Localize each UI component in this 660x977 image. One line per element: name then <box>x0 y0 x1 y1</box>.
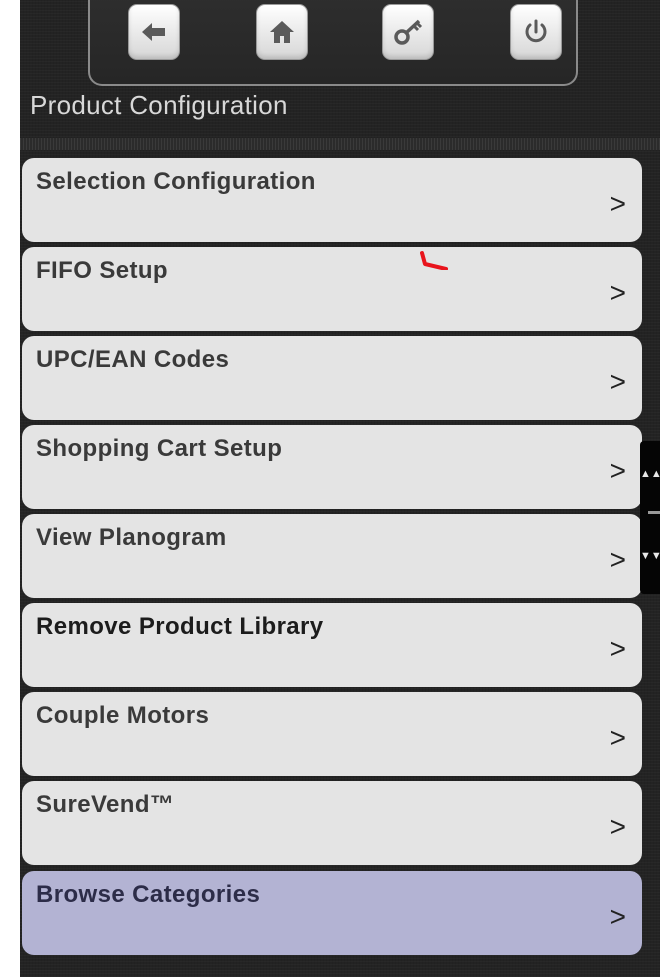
back-button[interactable] <box>128 4 180 60</box>
chevron-right-icon: > <box>609 722 626 753</box>
chevron-right-icon: > <box>609 811 626 842</box>
power-button[interactable] <box>510 4 562 60</box>
scrollbar[interactable]: ▲▲ ▼▼ <box>640 441 660 594</box>
back-arrow-icon <box>142 23 165 41</box>
menu-item-surevend[interactable]: SureVend™ > <box>22 781 642 865</box>
scroll-down-icon[interactable]: ▼▼ <box>640 551 660 562</box>
menu-item-remove-product-library[interactable]: Remove Product Library > <box>22 603 642 687</box>
menu-item-label: FIFO Setup <box>36 257 168 284</box>
key-icon <box>394 19 423 45</box>
menu-item-couple-motors[interactable]: Couple Motors > <box>22 692 642 776</box>
chevron-right-icon: > <box>609 366 626 397</box>
chevron-right-icon: > <box>609 455 626 486</box>
menu-item-label: Couple Motors <box>36 702 210 729</box>
menu-item-label: Shopping Cart Setup <box>36 435 283 462</box>
menu-item-browse-categories[interactable]: Browse Categories > <box>22 871 642 955</box>
scroll-thumb[interactable] <box>648 511 660 514</box>
menu-item-selection-configuration[interactable]: Selection Configuration > <box>22 158 642 242</box>
chevron-right-icon: > <box>609 188 626 219</box>
power-icon <box>525 19 547 43</box>
home-icon <box>270 21 294 43</box>
menu-item-label: Browse Categories <box>36 881 261 908</box>
screen: Product Configuration Selection Configur… <box>20 0 660 977</box>
toolbar <box>88 0 578 86</box>
menu-item-upc-ean-codes[interactable]: UPC/EAN Codes > <box>22 336 642 420</box>
menu-item-label: Selection Configuration <box>36 168 316 195</box>
scroll-up-icon[interactable]: ▲▲ <box>640 469 660 480</box>
menu-item-view-planogram[interactable]: View Planogram > <box>22 514 642 598</box>
chevron-right-icon: > <box>609 633 626 664</box>
menu-item-label: SureVend™ <box>36 791 175 818</box>
menu-item-label: View Planogram <box>36 524 227 551</box>
menu-item-label: UPC/EAN Codes <box>36 346 230 373</box>
service-key-button[interactable] <box>382 4 434 60</box>
title-divider <box>20 138 660 150</box>
chevron-right-icon: > <box>609 277 626 308</box>
menu-item-shopping-cart-setup[interactable]: Shopping Cart Setup > <box>22 425 642 509</box>
chevron-right-icon: > <box>609 544 626 575</box>
menu-item-fifo-setup[interactable]: FIFO Setup > <box>22 247 642 331</box>
checkmark-annotation-icon <box>420 251 448 270</box>
chevron-right-icon: > <box>609 901 626 932</box>
page-title: Product Configuration <box>30 90 288 120</box>
home-button[interactable] <box>256 4 308 60</box>
menu-item-label: Remove Product Library <box>36 613 324 640</box>
